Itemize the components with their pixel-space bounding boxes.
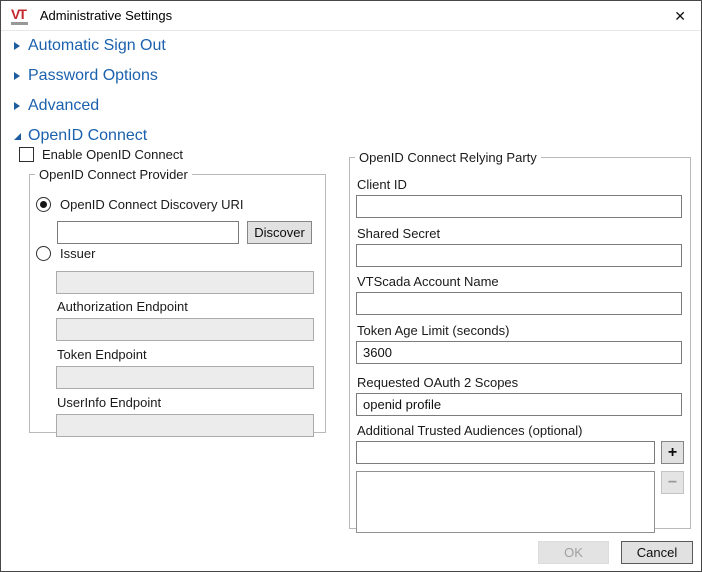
vtscada-logo-icon: VT [11, 7, 28, 25]
section-label: Password Options [28, 67, 158, 85]
vtscada-account-name-input[interactable] [356, 292, 682, 315]
ok-button: OK [538, 541, 609, 564]
window-title: Administrative Settings [40, 8, 172, 23]
section-label: OpenID Connect [28, 127, 147, 145]
section-automatic-sign-out[interactable]: Automatic Sign Out [1, 31, 701, 61]
discovery-uri-radio-row: OpenID Connect Discovery URI [36, 197, 244, 212]
vtscada-account-name-label: VTScada Account Name [357, 274, 499, 289]
issuer-input [56, 271, 314, 294]
trusted-audience-input[interactable] [356, 441, 655, 464]
section-label: Advanced [28, 97, 99, 115]
token-age-limit-label: Token Age Limit (seconds) [357, 323, 509, 338]
token-endpoint-label: Token Endpoint [57, 347, 147, 362]
userinfo-endpoint-label: UserInfo Endpoint [57, 395, 161, 410]
chevron-right-icon [14, 72, 20, 80]
section-password-options[interactable]: Password Options [1, 61, 701, 91]
openid-relying-party-group: OpenID Connect Relying Party Client ID S… [349, 150, 691, 529]
enable-openid-connect-row: Enable OpenID Connect [19, 147, 183, 162]
chevron-right-icon [14, 102, 20, 110]
issuer-radio-label: Issuer [60, 246, 95, 261]
discovery-uri-radio[interactable] [36, 197, 51, 212]
oauth-scopes-label: Requested OAuth 2 Scopes [357, 375, 518, 390]
shared-secret-label: Shared Secret [357, 226, 440, 241]
client-id-label: Client ID [357, 177, 407, 192]
section-label: Automatic Sign Out [28, 37, 166, 55]
cancel-button[interactable]: Cancel [621, 541, 693, 564]
add-audience-button[interactable]: + [661, 441, 684, 464]
chevron-right-icon [14, 42, 20, 50]
openid-provider-group: OpenID Connect Provider OpenID Connect D… [29, 167, 326, 433]
close-icon[interactable]: ✕ [674, 1, 686, 31]
chevron-expanded-icon [14, 133, 21, 140]
oauth-scopes-input[interactable] [356, 393, 682, 416]
title-bar: VT Administrative Settings ✕ [1, 1, 701, 31]
trusted-audiences-list[interactable] [356, 471, 655, 533]
discovery-uri-input[interactable] [57, 221, 239, 244]
token-endpoint-input [56, 366, 314, 389]
userinfo-endpoint-input [56, 414, 314, 437]
openid-provider-group-legend: OpenID Connect Provider [35, 167, 192, 182]
settings-accordion: Automatic Sign Out Password Options Adva… [1, 31, 701, 151]
remove-audience-button: − [661, 471, 684, 494]
token-age-limit-input[interactable] [356, 341, 682, 364]
trusted-audiences-label: Additional Trusted Audiences (optional) [357, 423, 582, 438]
issuer-radio[interactable] [36, 246, 51, 261]
enable-openid-connect-label: Enable OpenID Connect [42, 147, 183, 162]
issuer-radio-row: Issuer [36, 246, 95, 261]
openid-relying-party-group-legend: OpenID Connect Relying Party [355, 150, 541, 165]
shared-secret-input[interactable] [356, 244, 682, 267]
section-advanced[interactable]: Advanced [1, 91, 701, 121]
authorization-endpoint-label: Authorization Endpoint [57, 299, 188, 314]
client-id-input[interactable] [356, 195, 682, 218]
enable-openid-connect-checkbox[interactable] [19, 147, 34, 162]
administrative-settings-dialog: VT Administrative Settings ✕ Automatic S… [0, 0, 702, 572]
authorization-endpoint-input [56, 318, 314, 341]
discover-button[interactable]: Discover [247, 221, 312, 244]
discovery-uri-radio-label: OpenID Connect Discovery URI [60, 197, 244, 212]
